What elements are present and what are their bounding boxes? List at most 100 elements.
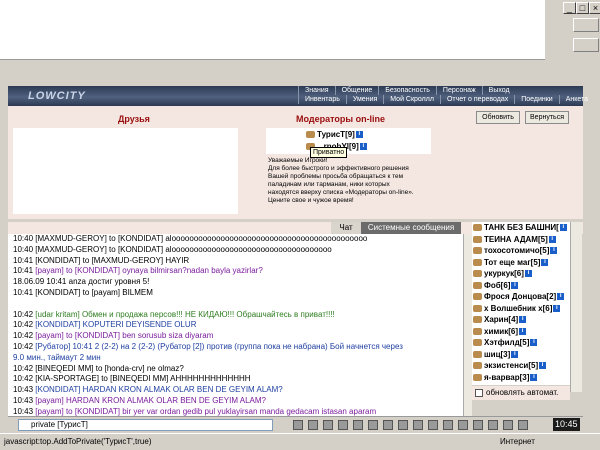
info-icon[interactable]: i [511,281,519,289]
nav-transfers[interactable]: Отчет о переводах [439,95,514,104]
nav-character[interactable]: Персонаж [435,86,482,95]
user-name: я-варвар[3] [484,372,530,382]
toolbar-icon[interactable] [428,420,438,430]
refresh-button[interactable]: Обновить [476,111,520,124]
toolbar-icon[interactable] [488,420,498,430]
info-icon[interactable]: i [355,131,363,139]
users-scrollbar[interactable] [570,222,582,392]
info-icon[interactable]: i [530,373,538,381]
user-item[interactable]: тохосотомичо[5] i [472,245,570,257]
chat-time[interactable]: 10:41 [13,266,33,275]
info-icon[interactable]: i [518,327,526,335]
tab-system[interactable]: Системные сообщения [361,222,461,234]
chat-time[interactable]: 10:40 [13,234,33,243]
chat-time[interactable]: 10:41 [13,256,33,265]
nav-top: Знания Общение Безопасность Персонаж Вых… [298,86,516,95]
toolbar-icon[interactable] [353,420,363,430]
chat-time[interactable]: 10:42 [13,331,33,340]
chat-time[interactable]: 10:42 [13,374,33,383]
chat-message: 10:42 [BINEQEDI MM] to [honda-crv] ne ol… [8,364,463,375]
chat-time[interactable]: 10:43 [13,396,33,405]
info-icon[interactable]: i [541,258,549,266]
info-icon[interactable]: i [550,247,558,255]
user-item[interactable]: Фрося Донцова[2] i [472,291,570,303]
nav-profile[interactable]: Анкета [558,95,594,104]
side-button-2[interactable] [573,38,599,52]
toolbar-icon[interactable] [473,420,483,430]
info-icon[interactable]: i [524,270,532,278]
toolbar-icon[interactable] [383,420,393,430]
nav-knowledge[interactable]: Знания [298,86,335,95]
toolbar-icon[interactable] [338,420,348,430]
auto-refresh[interactable]: обновлять автомат. [472,386,570,400]
tab-chat[interactable]: Чат [331,222,361,234]
user-item[interactable]: Тот еще маг[5] i [472,257,570,269]
close-button[interactable]: × [589,2,600,14]
info-icon[interactable]: i [511,350,519,358]
side-button-1[interactable] [573,18,599,32]
user-item[interactable]: шиц[3] i [472,349,570,361]
nav-scroll[interactable]: Мой Скроллл [383,95,440,104]
user-name: Фрося Донцова[2] [484,292,557,301]
nav-duels[interactable]: Поединки [514,95,559,104]
auto-refresh-checkbox[interactable] [475,388,483,397]
chat-scrollbar[interactable] [463,234,472,416]
info-icon[interactable]: i [553,304,561,312]
chat-time[interactable]: 10:43 [13,407,33,416]
toolbar-icon[interactable] [323,420,333,430]
user-item[interactable]: укуркук[6] i [472,268,570,280]
user-name: Харин[4] [484,315,519,324]
moderator-item[interactable]: ТурисТ[9] i [306,130,363,139]
user-name: тохосотомичо[5] [484,246,550,255]
chat-time[interactable]: 10:42 [13,364,33,373]
nav-skills[interactable]: Умения [345,95,383,104]
chat-time[interactable]: 10:42 [13,320,33,329]
user-item[interactable]: ясупер[4]i [472,383,570,385]
info-icon[interactable]: i [548,235,556,243]
game-header: LOWCITY Знания Общение Безопасность Перс… [8,86,588,106]
info-icon[interactable]: i [359,143,367,151]
nav-exit[interactable]: Выход [481,86,516,95]
user-icon [473,247,482,255]
user-item[interactable]: ТАНК БЕЗ БАШНИ[i [472,222,570,234]
nav-inventory[interactable]: Инвентарь [298,95,346,104]
chat-time[interactable]: 10:41 [13,288,33,297]
chat-time[interactable]: 10:43 [13,385,33,394]
info-icon[interactable]: i [557,293,565,301]
chat-time[interactable]: 18.06.09 10:41 [13,277,66,286]
toolbar-icon[interactable] [293,420,303,430]
info-icon[interactable]: i [559,224,567,232]
toolbar-icon[interactable] [443,420,453,430]
toolbar-icon[interactable] [368,420,378,430]
chat-text: anza достиг уровня 5! [68,277,150,287]
chat-time[interactable]: 10:40 [13,245,33,254]
toolbar-icon[interactable] [308,420,318,430]
toolbar-icon[interactable] [503,420,513,430]
toolbar-icon[interactable] [413,420,423,430]
chat-time[interactable]: 10:42 [13,310,33,319]
toolbar-icon[interactable] [398,420,408,430]
user-item[interactable]: Хэтфилд[5] i [472,337,570,349]
user-item[interactable]: Харин[4] i [472,314,570,326]
chat-time[interactable]: 10:42 [13,342,33,351]
minimize-button[interactable]: _ [563,2,576,14]
info-icon[interactable]: i [539,362,547,370]
chat-log: 10:40 [MAXMUD-GEROY] to [KONDIDAT] alooo… [8,234,463,416]
back-button[interactable]: Вернуться [525,111,569,124]
user-item[interactable]: х Волшебник х[6] i [472,303,570,315]
user-item[interactable]: ТЕИНА АДАМ[5] i [472,234,570,246]
nav-security[interactable]: Безопасность [378,86,436,95]
maximize-button[interactable]: □ [576,2,589,14]
nav-social[interactable]: Общение [334,86,379,95]
toolbar-icon[interactable] [458,420,468,430]
user-item[interactable]: я-варвар[3] i [472,372,570,384]
user-icon [473,304,482,312]
chat-message: 10:43 [payam] to [KONDIDAT] bir yer var … [8,407,463,416]
user-item[interactable]: экзистенси[5] i [472,360,570,372]
toolbar-icon[interactable] [518,420,528,430]
info-icon[interactable]: i [530,339,538,347]
chat-input[interactable]: private [ТурисТ] [18,419,273,431]
user-item[interactable]: химик[6] i [472,326,570,338]
user-item[interactable]: Фоб[6] i [472,280,570,292]
info-icon[interactable]: i [519,316,527,324]
